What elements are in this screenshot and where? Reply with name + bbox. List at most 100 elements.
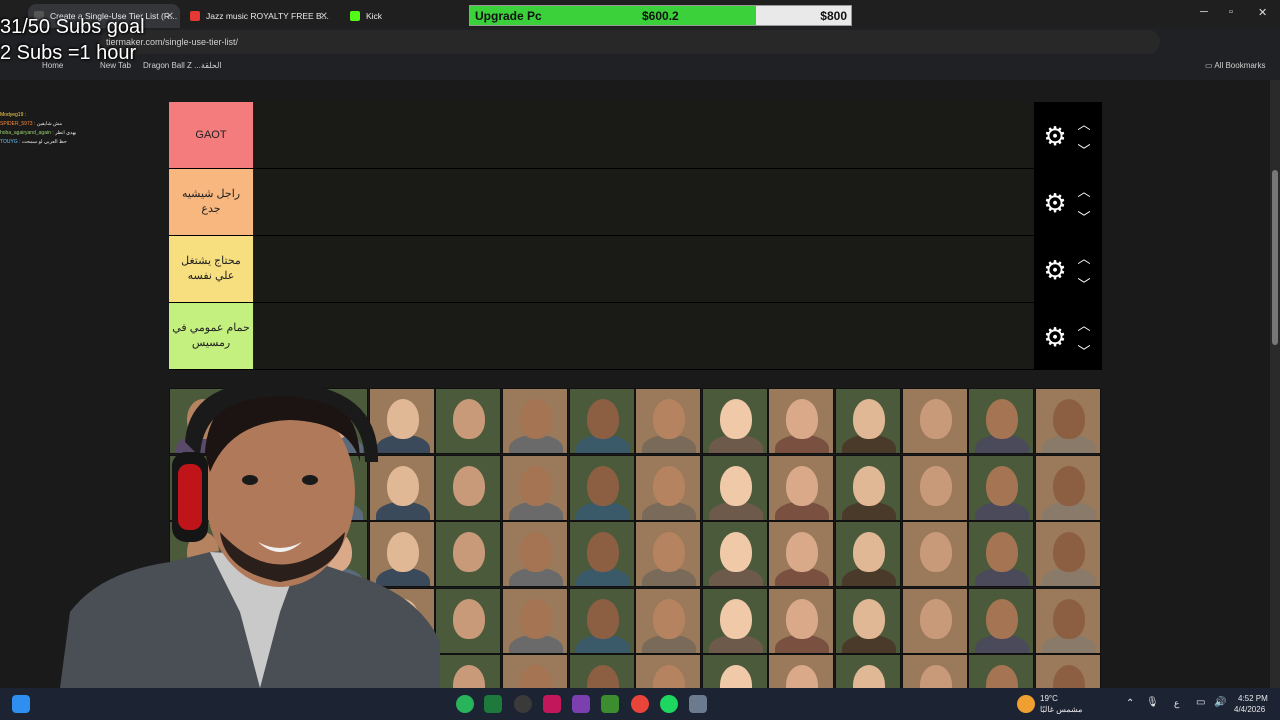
chevron-up-icon[interactable]: ︿ — [1076, 114, 1092, 133]
tier-item-thumbnail[interactable] — [968, 454, 1035, 521]
chevron-down-icon[interactable]: ﹀ — [1076, 341, 1092, 360]
minecraft-icon[interactable] — [601, 695, 619, 713]
face-head — [586, 598, 619, 639]
app-icon[interactable] — [572, 695, 590, 713]
tier-item-thumbnail[interactable] — [435, 454, 502, 521]
chevron-down-icon[interactable]: ﹀ — [1076, 274, 1092, 293]
chevron-down-icon[interactable]: ﹀ — [1076, 207, 1092, 226]
tier-item-thumbnail[interactable] — [901, 521, 968, 588]
tier-item-thumbnail[interactable] — [568, 521, 635, 588]
volume-icon[interactable]: 🔊 — [1214, 697, 1226, 708]
gear-icon[interactable]: ⚙ — [1039, 321, 1071, 353]
tier-label[interactable]: راجل شيشيه جدع — [169, 169, 253, 235]
tier-drop-area[interactable] — [253, 102, 1034, 168]
face-head — [719, 399, 752, 439]
weather-desc[interactable]: مشمس غالبًا — [1040, 705, 1082, 714]
chevron-up-icon[interactable]: ︿ — [1076, 315, 1092, 334]
microphone-icon[interactable]: 🎙 — [1146, 697, 1159, 708]
chevron-up-icon[interactable]: ︿ — [1076, 248, 1092, 267]
tier-item-thumbnail[interactable] — [968, 587, 1035, 654]
tier-item-thumbnail[interactable] — [968, 388, 1035, 454]
obs-icon[interactable] — [514, 695, 532, 713]
gear-icon[interactable]: ⚙ — [1039, 120, 1071, 152]
weather-temp[interactable]: 19°C — [1040, 694, 1058, 703]
tier-item-thumbnail[interactable] — [502, 587, 568, 654]
minimize-icon[interactable]: ─ — [1200, 6, 1208, 18]
tier-item-thumbnail[interactable] — [968, 521, 1035, 588]
settings-icon[interactable] — [689, 695, 707, 713]
clock-time[interactable]: 4:52 PM — [1238, 694, 1268, 703]
spotify-icon[interactable] — [660, 695, 678, 713]
face-head — [653, 465, 686, 506]
whatsapp-icon[interactable] — [456, 695, 474, 713]
chevron-down-icon[interactable]: ﹀ — [1076, 140, 1092, 159]
all-bookmarks-label: All Bookmarks — [1214, 61, 1266, 70]
tier-item-thumbnail[interactable] — [835, 521, 901, 588]
tier-item-thumbnail[interactable] — [768, 388, 835, 454]
tier-item-thumbnail[interactable] — [1034, 521, 1101, 588]
tier-item-thumbnail[interactable] — [635, 587, 702, 654]
tier-item-thumbnail[interactable] — [635, 454, 702, 521]
tier-item-thumbnail[interactable] — [901, 388, 968, 454]
tier-label[interactable]: GAOT — [169, 102, 253, 168]
tier-item-thumbnail[interactable] — [701, 587, 768, 654]
scrollbar-thumb[interactable] — [1272, 170, 1278, 345]
tier-item-thumbnail[interactable] — [701, 521, 768, 588]
tier-drop-area[interactable] — [253, 236, 1034, 302]
close-window-icon[interactable]: ✕ — [1258, 6, 1267, 19]
clock-date[interactable]: 4/4/2026 — [1234, 705, 1265, 714]
tier-item-thumbnail[interactable] — [701, 388, 768, 454]
tier-item-thumbnail[interactable] — [568, 454, 635, 521]
gear-icon[interactable]: ⚙ — [1039, 187, 1071, 219]
tier-item-thumbnail[interactable] — [768, 521, 835, 588]
tier-item-thumbnail[interactable] — [635, 521, 702, 588]
tab-kick[interactable]: Kick — [344, 4, 454, 28]
tier-item-thumbnail[interactable] — [768, 587, 835, 654]
tier-item-thumbnail[interactable] — [502, 388, 568, 454]
language-indicator[interactable]: ع — [1174, 698, 1179, 709]
tier-item-thumbnail[interactable] — [435, 388, 502, 454]
tier-item-thumbnail[interactable] — [502, 521, 568, 588]
face-head — [786, 598, 819, 639]
close-tab-icon[interactable]: ✕ — [166, 11, 174, 22]
tier-item-thumbnail[interactable] — [1034, 388, 1101, 454]
tab-jazz[interactable]: Jazz music ROYALTY FREE B... ✕ — [184, 4, 334, 28]
tier-item-thumbnail[interactable] — [835, 388, 901, 454]
tier-item-thumbnail[interactable] — [901, 454, 968, 521]
chat-message: SPIDER_5973 : مش شايفين — [0, 121, 62, 127]
face-head — [520, 465, 552, 506]
tier-item-thumbnail[interactable] — [701, 454, 768, 521]
close-tab-icon[interactable]: ✕ — [320, 11, 328, 22]
tier-item-thumbnail[interactable] — [635, 388, 702, 454]
face-head — [719, 465, 752, 506]
tier-item-thumbnail[interactable] — [502, 454, 568, 521]
tier-item-thumbnail[interactable] — [901, 587, 968, 654]
tier-item-thumbnail[interactable] — [835, 454, 901, 521]
tier-item-thumbnail[interactable] — [768, 454, 835, 521]
tier-item-thumbnail[interactable] — [435, 587, 502, 654]
tier-item-thumbnail[interactable] — [1034, 454, 1101, 521]
page-scrollbar[interactable] — [1270, 80, 1280, 688]
gear-icon[interactable]: ⚙ — [1039, 254, 1071, 286]
tier-drop-area[interactable] — [253, 169, 1034, 235]
chevron-up-icon[interactable]: ︿ — [1076, 181, 1092, 200]
bookmark-dragon-ball[interactable]: Dragon Ball Z ...الحلقة — [143, 61, 222, 70]
face-head — [1052, 598, 1085, 639]
all-bookmarks[interactable]: ▭ All Bookmarks — [1205, 61, 1265, 70]
app-icon[interactable] — [543, 695, 561, 713]
tier-label[interactable]: محتاج يشتغل علي نفسه — [169, 236, 253, 302]
tier-item-thumbnail[interactable] — [568, 388, 635, 454]
excel-icon[interactable] — [484, 695, 502, 713]
address-bar[interactable]: tiermaker.com/single-use-tier-list/ — [100, 30, 1160, 54]
tier-item-thumbnail[interactable] — [1034, 587, 1101, 654]
tier-drop-area[interactable] — [253, 303, 1034, 369]
tier-item-thumbnail[interactable] — [435, 521, 502, 588]
tier-item-thumbnail[interactable] — [568, 587, 635, 654]
chevron-up-icon[interactable]: ⌃ — [1126, 698, 1134, 709]
tier-item-thumbnail[interactable] — [835, 587, 901, 654]
chrome-icon[interactable] — [631, 695, 649, 713]
network-icon[interactable]: ▭ — [1196, 697, 1205, 708]
windows-start-icon[interactable] — [12, 695, 30, 713]
tier-label[interactable]: حمام عمومي في رمسيس — [169, 303, 253, 369]
restore-icon[interactable]: ▫ — [1229, 6, 1233, 18]
